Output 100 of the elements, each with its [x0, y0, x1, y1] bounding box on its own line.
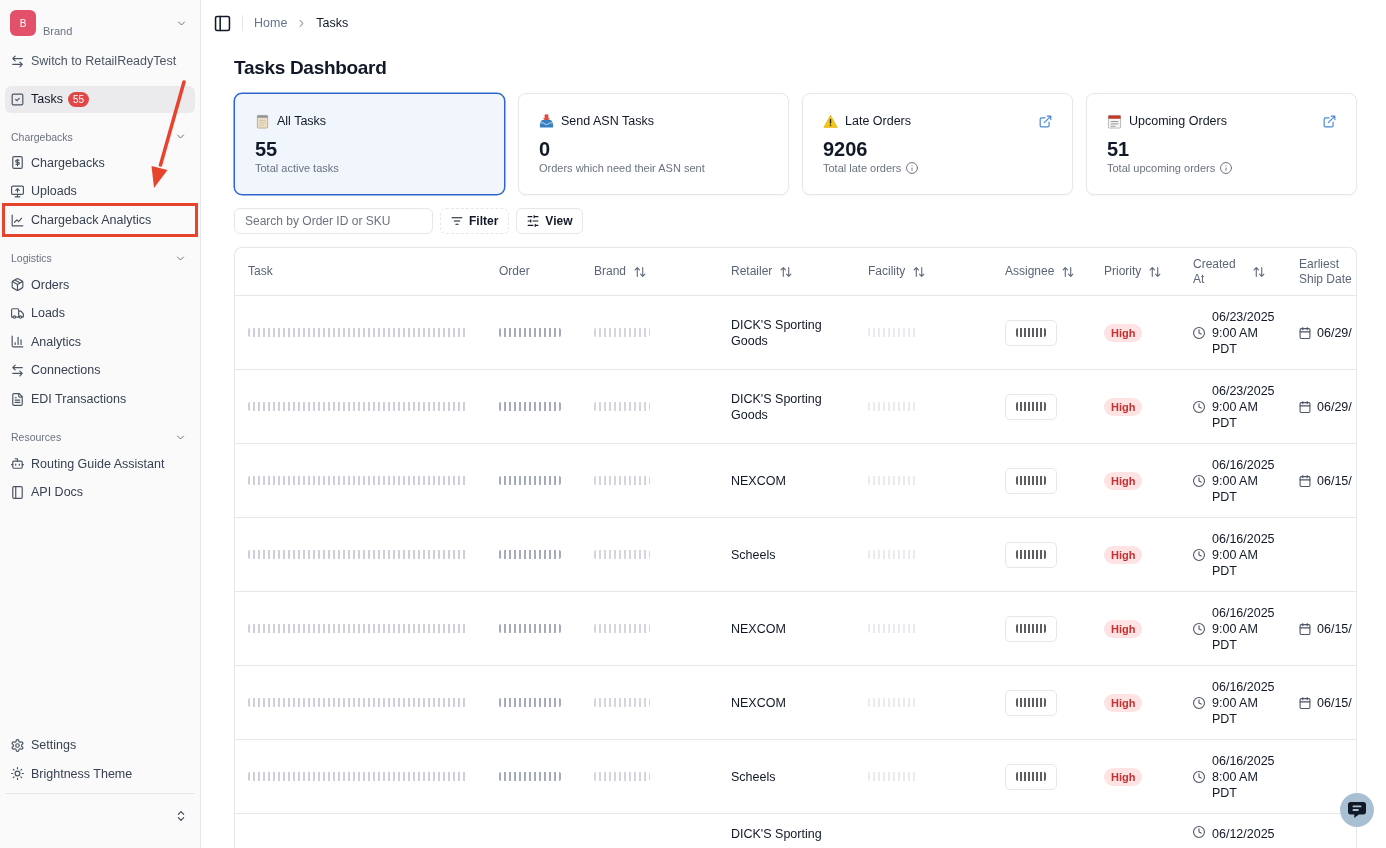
- notepad-icon: [255, 113, 270, 129]
- date-time: 06/16/2025 9:00 AM PDT: [1212, 678, 1276, 727]
- column-header[interactable]: Created At: [1180, 248, 1286, 295]
- clock-icon: [1193, 826, 1205, 838]
- blurred-text: [1016, 328, 1046, 337]
- account-menu-button[interactable]: [175, 809, 187, 823]
- sidebar-item[interactable]: Orders: [5, 270, 195, 299]
- sidebar-item[interactable]: Chargebacks: [5, 148, 195, 178]
- assignee-button[interactable]: [1005, 319, 1057, 346]
- sidebar-toggle-button[interactable]: [214, 14, 231, 32]
- checkbox-icon: [11, 92, 24, 106]
- column-header[interactable]: Assignee: [992, 248, 1091, 295]
- card-caption: Total upcoming orders: [1107, 161, 1216, 175]
- card-caption: Total late orders: [823, 161, 902, 175]
- switch-account-link[interactable]: Switch to RetailReadyTest: [5, 47, 195, 76]
- external-link-icon[interactable]: [1323, 114, 1336, 128]
- package-icon: [11, 278, 24, 292]
- stat-card[interactable]: Send ASN Tasks 0 Orders which need their ASN sent: [518, 93, 789, 195]
- assignee-button[interactable]: [1005, 393, 1057, 420]
- date-time: 06/16/2025 9:00 AM PDT: [1212, 530, 1276, 579]
- calendar-icon: [1299, 696, 1311, 709]
- page-title: Tasks Dashboard: [234, 56, 388, 80]
- sidebar-panel-icon: [214, 14, 231, 32]
- blurred-text: [1016, 550, 1046, 559]
- blurred-text: [1016, 698, 1046, 707]
- ship-date: 06/15/: [1317, 620, 1352, 637]
- sort-icon: [1062, 265, 1075, 278]
- assignee-button[interactable]: [1005, 763, 1057, 790]
- sidebar-item[interactable]: API Docs: [5, 477, 195, 507]
- blurred-text: [1016, 476, 1046, 485]
- clock-icon: [1193, 622, 1205, 635]
- workspace-switcher[interactable]: B Brand: [10, 10, 187, 36]
- breadcrumb-current: Tasks: [316, 16, 349, 30]
- chat-button[interactable]: [1340, 793, 1374, 827]
- card-value: 9206: [823, 137, 869, 161]
- date-time: 06/23/2025 9:00 AM PDT: [1212, 308, 1276, 357]
- breadcrumb-link[interactable]: Home: [254, 16, 288, 30]
- assignee-button[interactable]: [1005, 615, 1057, 642]
- sidebar-item[interactable]: Tasks 55: [5, 85, 195, 113]
- table-cell-text: DICK'S Sporting Goods: [731, 390, 823, 423]
- card-value: 51: [1107, 137, 1131, 161]
- sidebar-item[interactable]: Chargeback Analytics: [2, 202, 198, 238]
- sidebar-item[interactable]: Settings: [5, 730, 195, 760]
- column-header: Task: [247, 263, 274, 280]
- sidebar-item[interactable]: Routing Guide Assistant: [5, 449, 195, 478]
- inbox-tray-icon: [539, 113, 554, 129]
- truck-icon: [11, 306, 24, 320]
- stat-card[interactable]: All Tasks 55 Total active tasks: [234, 93, 505, 195]
- blurred-text: [1016, 624, 1046, 633]
- section-header[interactable]: Chargebacks: [5, 124, 195, 149]
- sort-icon: [780, 265, 793, 278]
- table-cell: DICK'S Sporting: [731, 826, 822, 842]
- ship-date: 06/29/: [1317, 324, 1352, 341]
- column-header[interactable]: Facility: [855, 248, 992, 295]
- calendar-icon: [1299, 400, 1311, 413]
- sidebar-item[interactable]: EDI Transactions: [5, 384, 195, 414]
- date-time: 06/23/2025 9:00 AM PDT: [1212, 382, 1276, 431]
- table-cell: Scheels: [731, 546, 776, 563]
- card-value: 55: [255, 137, 279, 161]
- stat-card[interactable]: Late Orders 9206 Total late orders: [802, 93, 1073, 195]
- filter-button[interactable]: Filter: [440, 208, 510, 234]
- date-time: 06/16/2025 8:00 AM PDT: [1212, 752, 1276, 801]
- view-button[interactable]: View: [516, 208, 584, 234]
- sort-icon: [634, 265, 647, 278]
- sidebar-item[interactable]: Analytics: [5, 327, 195, 357]
- arrows-icon: [11, 363, 24, 377]
- stat-card[interactable]: Upcoming Orders 51 Total upcoming orders: [1086, 93, 1357, 195]
- calendar-icon: [1299, 622, 1311, 635]
- section-header[interactable]: Logistics: [5, 246, 195, 271]
- chevrons-up-down-icon: [175, 809, 187, 823]
- priority-badge: High: [1104, 693, 1143, 712]
- calendar-icon: [1299, 326, 1311, 339]
- sidebar-item[interactable]: Brightness Theme: [5, 759, 195, 788]
- search-field[interactable]: Search by Order ID or SKU: [234, 208, 433, 234]
- assignee-button[interactable]: [1005, 467, 1057, 494]
- external-link-icon[interactable]: [1039, 114, 1052, 128]
- assignee-button[interactable]: [1005, 689, 1057, 716]
- sun-icon: [11, 767, 24, 781]
- sidebar-item[interactable]: Loads: [5, 298, 195, 328]
- calendar-icon: [1107, 113, 1122, 129]
- table-cell: NEXCOM: [731, 472, 786, 489]
- monitor-upload-icon: [11, 185, 24, 198]
- section-header[interactable]: Resources: [5, 425, 195, 450]
- column-header[interactable]: Brand: [581, 248, 718, 295]
- card-caption: Orders which need their ASN sent: [539, 161, 705, 175]
- column-header: Earliest Ship Date: [1298, 255, 1353, 288]
- count-badge: 55: [67, 91, 90, 107]
- assignee-button[interactable]: [1005, 541, 1057, 568]
- card-value: 0: [539, 137, 552, 161]
- date-time: 06/16/2025 9:00 AM PDT: [1212, 604, 1276, 653]
- settings-icon: [11, 738, 24, 752]
- card-caption: Total active tasks: [255, 161, 339, 175]
- sidebar-item[interactable]: Connections: [5, 356, 195, 385]
- document-icon: [11, 392, 24, 406]
- workspace-avatar: B: [10, 10, 36, 36]
- column-header[interactable]: Priority: [1091, 248, 1180, 295]
- column-header[interactable]: Retailer: [718, 248, 855, 295]
- card-title: Late Orders: [845, 114, 911, 128]
- chat-bubble-icon: [1348, 801, 1366, 819]
- ship-date: 06/29/: [1317, 398, 1352, 415]
